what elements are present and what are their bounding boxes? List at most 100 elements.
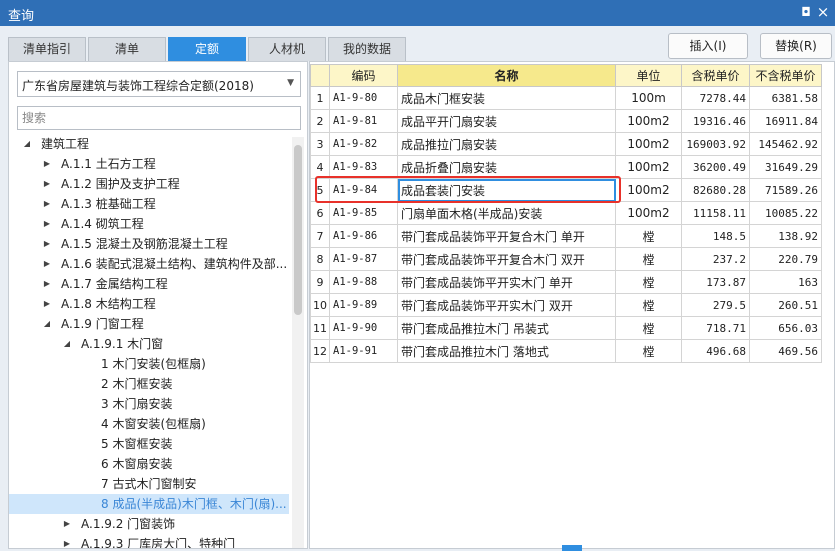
price-with-tax-cell[interactable]: 718.71	[681, 316, 750, 340]
price-with-tax-cell[interactable]: 36200.49	[681, 155, 750, 179]
price-with-tax-cell[interactable]: 496.68	[681, 339, 750, 363]
price-without-tax-cell[interactable]: 163	[749, 270, 822, 294]
row-index[interactable]: 1	[310, 86, 330, 110]
tree-item[interactable]: 1 木门安装(包框扇)	[9, 354, 289, 374]
unit-cell[interactable]: 100m2	[615, 178, 682, 202]
price-with-tax-cell[interactable]: 279.5	[681, 293, 750, 317]
tab-labor-material-machine[interactable]: 人材机	[248, 37, 326, 61]
name-cell[interactable]: 带门套成品推拉木门 落地式	[397, 339, 616, 363]
unit-cell[interactable]: 100m2	[615, 201, 682, 225]
tree-item[interactable]: 2 木门框安装	[9, 374, 289, 394]
name-cell[interactable]: 成品推拉门扇安装	[397, 132, 616, 156]
unit-cell[interactable]: 100m2	[615, 132, 682, 156]
table-row[interactable]: 2 A1-9-81 成品平开门扇安装 100m2 19316.46 16911.84	[310, 109, 822, 133]
price-without-tax-cell[interactable]: 71589.26	[749, 178, 822, 202]
code-cell[interactable]: A1-9-84	[329, 178, 398, 202]
close-icon[interactable]: ×	[815, 3, 831, 21]
code-cell[interactable]: A1-9-85	[329, 201, 398, 225]
chevron-down-icon[interactable]: ▼	[287, 78, 294, 88]
tree-item[interactable]: 3 木门扇安装	[9, 394, 289, 414]
row-index[interactable]: 8	[310, 247, 330, 271]
row-index[interactable]: 10	[310, 293, 330, 317]
code-cell[interactable]: A1-9-80	[329, 86, 398, 110]
tree-item[interactable]: ▶ A.1.6 装配式混凝土结构、建筑构件及部...	[9, 254, 289, 274]
tree-item[interactable]: ▶ A.1.9.3 厂库房大门、特种门	[9, 534, 289, 548]
price-with-tax-cell[interactable]: 148.5	[681, 224, 750, 248]
tree-scrollbar-thumb[interactable]	[294, 145, 302, 315]
name-cell[interactable]: 成品折叠门扇安装	[397, 155, 616, 179]
tree-item[interactable]: ▶ A.1.1 土石方工程	[9, 154, 289, 174]
price-without-tax-cell[interactable]: 138.92	[749, 224, 822, 248]
code-cell[interactable]: A1-9-83	[329, 155, 398, 179]
search-input[interactable]	[17, 106, 301, 130]
price-without-tax-cell[interactable]: 10085.22	[749, 201, 822, 225]
unit-cell[interactable]: 樘	[615, 247, 682, 271]
name-cell[interactable]: 带门套成品装饰平开实木门 单开	[397, 270, 616, 294]
name-cell[interactable]: 门扇单面木格(半成品)安装	[397, 201, 616, 225]
tree-item[interactable]: 8 成品(半成品)木门框、木门(扇)...	[9, 494, 289, 514]
tree-item[interactable]: ▶ A.1.4 砌筑工程	[9, 214, 289, 234]
collapse-icon[interactable]: ◢	[21, 134, 33, 154]
tab-my-data[interactable]: 我的数据	[328, 37, 406, 61]
row-index[interactable]: 3	[310, 132, 330, 156]
tree-item[interactable]: ▶ A.1.2 围护及支护工程	[9, 174, 289, 194]
row-index[interactable]: 7	[310, 224, 330, 248]
table-row[interactable]: 8 A1-9-87 带门套成品装饰平开复合木门 双开樘 237.2 220.79	[310, 247, 822, 271]
tree-item[interactable]: ▶ A.1.3 桩基础工程	[9, 194, 289, 214]
table-row[interactable]: 10 A1-9-89 带门套成品装饰平开实木门 双开樘 279.5 260.51	[310, 293, 822, 317]
unit-cell[interactable]: 樘	[615, 270, 682, 294]
tree-item[interactable]: 4 木窗安装(包框扇)	[9, 414, 289, 434]
unit-cell[interactable]: 樘	[615, 293, 682, 317]
code-cell[interactable]: A1-9-82	[329, 132, 398, 156]
code-cell[interactable]: A1-9-91	[329, 339, 398, 363]
price-without-tax-cell[interactable]: 145462.92	[749, 132, 822, 156]
price-without-tax-cell[interactable]: 656.03	[749, 316, 822, 340]
header-price-with-tax[interactable]: 含税单价	[681, 64, 750, 87]
price-with-tax-cell[interactable]: 82680.28	[681, 178, 750, 202]
tree-item[interactable]: ◢ A.1.9.1 木门窗	[9, 334, 289, 354]
name-cell[interactable]: 带门套成品装饰平开复合木门 单开	[397, 224, 616, 248]
tree-item[interactable]: ▶ A.1.7 金属结构工程	[9, 274, 289, 294]
tree-item[interactable]: ▶ A.1.8 木结构工程	[9, 294, 289, 314]
unit-cell[interactable]: 100m2	[615, 109, 682, 133]
code-cell[interactable]: A1-9-90	[329, 316, 398, 340]
header-name[interactable]: 名称	[397, 64, 616, 87]
expand-icon[interactable]: ▶	[41, 234, 53, 254]
row-index[interactable]: 2	[310, 109, 330, 133]
code-cell[interactable]: A1-9-88	[329, 270, 398, 294]
price-without-tax-cell[interactable]: 260.51	[749, 293, 822, 317]
unit-cell[interactable]: 100m2	[615, 155, 682, 179]
replace-button[interactable]: 替换(R)	[760, 33, 832, 59]
table-row[interactable]: 3 A1-9-82 成品推拉门扇安装 100m2 169003.92 145462.92	[310, 132, 822, 156]
expand-icon[interactable]: ▶	[41, 154, 53, 174]
price-without-tax-cell[interactable]: 31649.29	[749, 155, 822, 179]
price-with-tax-cell[interactable]: 19316.46	[681, 109, 750, 133]
table-row[interactable]: 11 A1-9-90 带门套成品推拉木门 吊装式樘 718.71 656.03	[310, 316, 822, 340]
price-with-tax-cell[interactable]: 11158.11	[681, 201, 750, 225]
price-without-tax-cell[interactable]: 6381.58	[749, 86, 822, 110]
splitter-handle[interactable]	[562, 545, 582, 551]
price-without-tax-cell[interactable]: 469.56	[749, 339, 822, 363]
row-index[interactable]: 11	[310, 316, 330, 340]
table-row[interactable]: 4 A1-9-83 成品折叠门扇安装 100m2 36200.49 31649.29	[310, 155, 822, 179]
price-with-tax-cell[interactable]: 169003.92	[681, 132, 750, 156]
tree-scrollbar[interactable]	[292, 137, 304, 548]
code-cell[interactable]: A1-9-89	[329, 293, 398, 317]
tab-bill[interactable]: 清单	[88, 37, 166, 61]
tree-item[interactable]: 6 木窗扇安装	[9, 454, 289, 474]
code-cell[interactable]: A1-9-87	[329, 247, 398, 271]
price-without-tax-cell[interactable]: 220.79	[749, 247, 822, 271]
header-code[interactable]: 编码	[329, 64, 398, 87]
collapse-icon[interactable]: ◢	[61, 334, 73, 354]
name-cell[interactable]: 带门套成品装饰平开复合木门 双开	[397, 247, 616, 271]
code-cell[interactable]: A1-9-86	[329, 224, 398, 248]
tree-item[interactable]: ◢ A.1.9 门窗工程	[9, 314, 289, 334]
unit-cell[interactable]: 樘	[615, 339, 682, 363]
expand-icon[interactable]: ▶	[61, 534, 73, 548]
header-unit[interactable]: 单位	[615, 64, 682, 87]
code-cell[interactable]: A1-9-81	[329, 109, 398, 133]
tree-item[interactable]: ◢ 建筑工程	[9, 134, 289, 154]
table-row[interactable]: 12 A1-9-91 带门套成品推拉木门 落地式樘 496.68 469.56	[310, 339, 822, 363]
name-cell[interactable]: 成品木门框安装	[397, 86, 616, 110]
table-row[interactable]: 5 A1-9-84 成品套装门安装 100m2 82680.28 71589.26	[310, 178, 822, 202]
